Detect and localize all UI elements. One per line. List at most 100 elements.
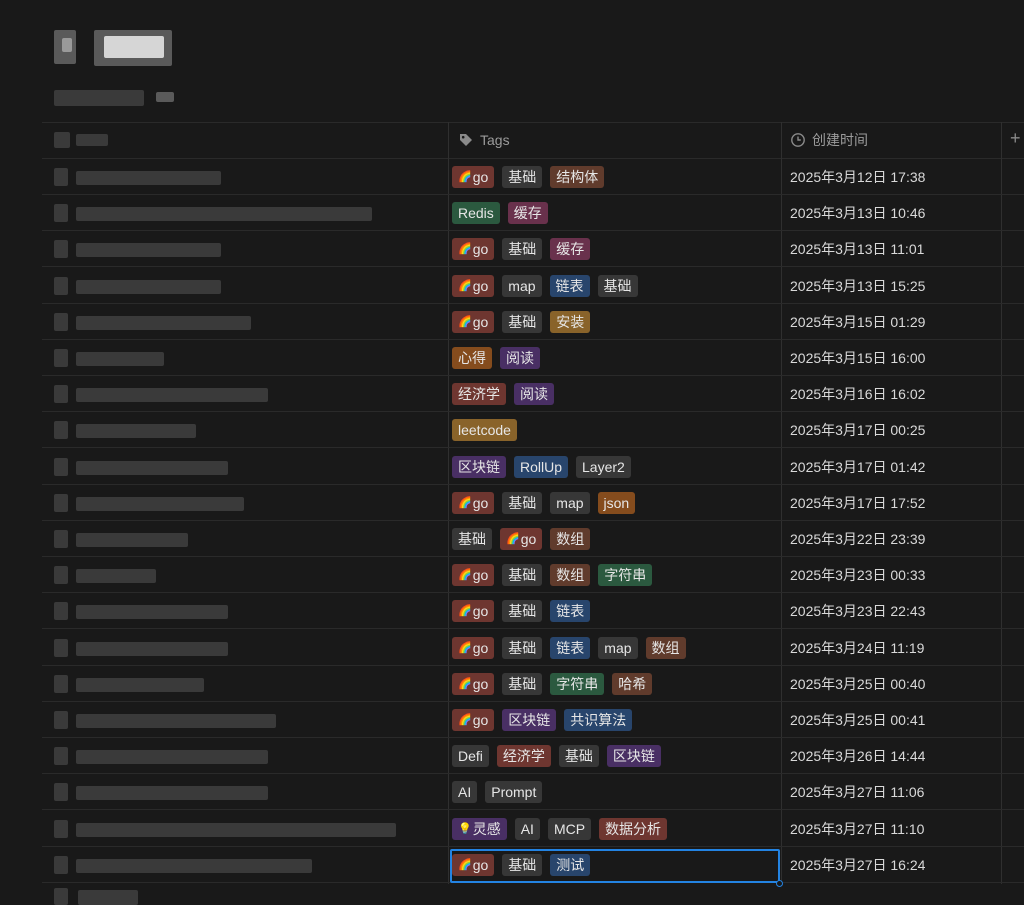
redacted-row-title[interactable] bbox=[76, 678, 204, 692]
tags-cell[interactable]: 🌈 go 基础 数组 字符串 bbox=[452, 557, 653, 593]
tag-chip: 数组 bbox=[550, 564, 591, 586]
redacted-row-icon bbox=[54, 204, 68, 222]
tag-label: 基础 bbox=[564, 748, 593, 764]
tags-column-header[interactable]: Tags bbox=[458, 122, 510, 158]
table-row[interactable]: 💡 灵感 AI MCP 数据分析 2025年3月27日 11:10 bbox=[0, 811, 1024, 847]
tag-label: 字符串 bbox=[556, 676, 599, 692]
tag-label: leetcode bbox=[458, 422, 511, 438]
table-row[interactable]: 经济学 阅读 2025年3月16日 16:02 bbox=[0, 376, 1024, 412]
tag-label: 链表 bbox=[556, 603, 585, 619]
redacted-row-title[interactable] bbox=[76, 461, 228, 475]
tag-chip: Layer2 bbox=[576, 456, 631, 478]
redacted-row-title[interactable] bbox=[76, 388, 268, 402]
created-time-cell[interactable]: 2025年3月27日 11:10 bbox=[790, 811, 924, 847]
table-row[interactable]: 🌈 go 区块链 共识算法 2025年3月25日 00:41 bbox=[0, 702, 1024, 738]
tags-cell[interactable]: 经济学 阅读 bbox=[452, 376, 554, 412]
tags-cell[interactable]: 🌈 go 基础 字符串 哈希 bbox=[452, 666, 653, 702]
redacted-row-title[interactable] bbox=[76, 497, 244, 511]
created-time-cell[interactable]: 2025年3月23日 00:33 bbox=[790, 557, 925, 593]
tag-chip: 阅读 bbox=[500, 347, 540, 369]
created-time-cell[interactable]: 2025年3月15日 16:00 bbox=[790, 340, 925, 376]
tags-cell[interactable]: 区块链 RollUp Layer2 bbox=[452, 449, 631, 485]
tags-cell[interactable]: leetcode bbox=[452, 412, 517, 448]
redacted-row-title[interactable] bbox=[76, 642, 228, 656]
redacted-row-title[interactable] bbox=[76, 823, 396, 837]
created-time-cell[interactable]: 2025年3月26日 14:44 bbox=[790, 738, 925, 774]
tags-cell[interactable]: 🌈 go map 链表 基础 bbox=[452, 268, 638, 304]
tags-cell[interactable]: 🌈 go 区块链 共识算法 bbox=[452, 702, 633, 738]
created-time-cell[interactable]: 2025年3月25日 00:40 bbox=[790, 666, 925, 702]
created-time-cell[interactable]: 2025年3月12日 17:38 bbox=[790, 159, 925, 195]
tags-cell[interactable]: 🌈 go 基础 链表 map 数组 bbox=[452, 630, 686, 666]
table-row[interactable]: 🌈 go 基础 map json 2025年3月17日 17:52 bbox=[0, 485, 1024, 521]
redacted-row-title[interactable] bbox=[76, 714, 276, 728]
tags-cell[interactable]: 心得 阅读 bbox=[452, 340, 540, 376]
table-row[interactable]: 🌈 go 基础 链表 2025年3月23日 22:43 bbox=[0, 593, 1024, 629]
created-time-column-header[interactable]: 创建时间 bbox=[790, 122, 868, 158]
created-time-cell[interactable]: 2025年3月27日 11:06 bbox=[790, 774, 924, 810]
redacted-row-title[interactable] bbox=[76, 352, 164, 366]
table-row[interactable]: 基础 🌈 go 数组 2025年3月22日 23:39 bbox=[0, 521, 1024, 557]
created-time-cell[interactable]: 2025年3月13日 10:46 bbox=[790, 195, 925, 231]
table-row[interactable]: Redis 缓存 2025年3月13日 10:46 bbox=[0, 195, 1024, 231]
tags-cell[interactable]: 🌈 go 基础 安装 bbox=[452, 304, 591, 340]
redacted-row-title[interactable] bbox=[76, 786, 268, 800]
redacted-row-title[interactable] bbox=[76, 207, 372, 221]
created-time-cell[interactable]: 2025年3月17日 01:42 bbox=[790, 449, 925, 485]
redacted-row-title[interactable] bbox=[76, 424, 196, 438]
redacted-row-title[interactable] bbox=[76, 243, 221, 257]
tag-chip: 安装 bbox=[550, 311, 591, 333]
created-time-cell[interactable]: 2025年3月13日 15:25 bbox=[790, 268, 925, 304]
created-time-cell[interactable]: 2025年3月15日 01:29 bbox=[790, 304, 925, 340]
created-time-cell[interactable]: 2025年3月25日 00:41 bbox=[790, 702, 925, 738]
created-time-cell[interactable]: 2025年3月17日 00:25 bbox=[790, 412, 925, 448]
tag-chip: Defi bbox=[452, 745, 489, 767]
tags-cell[interactable]: AI Prompt bbox=[452, 774, 543, 810]
table-row[interactable]: AI Prompt 2025年3月27日 11:06 bbox=[0, 774, 1024, 810]
created-time-cell[interactable]: 2025年3月16日 16:02 bbox=[790, 376, 925, 412]
created-time-cell[interactable]: 2025年3月23日 22:43 bbox=[790, 593, 925, 629]
tags-cell[interactable]: 💡 灵感 AI MCP 数据分析 bbox=[452, 811, 668, 847]
tags-cell[interactable]: 🌈 go 基础 缓存 bbox=[452, 231, 591, 267]
add-property-icon[interactable]: + bbox=[1010, 128, 1021, 149]
redacted-row-title[interactable] bbox=[76, 533, 188, 547]
table-row[interactable]: 🌈 go 基础 链表 map 数组 2025年3月24日 11:19 bbox=[0, 630, 1024, 666]
tag-chip: map bbox=[550, 492, 590, 514]
tags-cell[interactable]: 🌈 go 基础 结构体 bbox=[452, 159, 605, 195]
created-time-cell[interactable]: 2025年3月22日 23:39 bbox=[790, 521, 925, 557]
tag-label: 数组 bbox=[556, 531, 585, 547]
table-row[interactable]: 🌈 go 基础 缓存 2025年3月13日 11:01 bbox=[0, 231, 1024, 267]
redacted-row-title[interactable] bbox=[76, 280, 221, 294]
table-row[interactable]: 🌈 go 基础 结构体 2025年3月12日 17:38 bbox=[0, 159, 1024, 195]
redacted-row-title[interactable] bbox=[76, 750, 268, 764]
redacted-row-icon bbox=[54, 313, 68, 331]
table-row[interactable]: 区块链 RollUp Layer2 2025年3月17日 01:42 bbox=[0, 449, 1024, 485]
table-row[interactable]: 🌈 go 基础 字符串 哈希 2025年3月25日 00:40 bbox=[0, 666, 1024, 702]
redacted-row-title[interactable] bbox=[76, 605, 228, 619]
created-time-cell[interactable]: 2025年3月24日 11:19 bbox=[790, 630, 924, 666]
cell-resize-handle[interactable] bbox=[776, 880, 783, 887]
redacted-row-title[interactable] bbox=[76, 859, 312, 873]
tags-cell[interactable]: Redis 缓存 bbox=[452, 195, 548, 231]
tag-label: go bbox=[472, 712, 489, 728]
tag-label: 心得 bbox=[458, 350, 486, 366]
created-time-cell[interactable]: 2025年3月27日 16:24 bbox=[790, 847, 925, 883]
tags-cell[interactable]: 基础 🌈 go 数组 bbox=[452, 521, 591, 557]
created-time-cell[interactable]: 2025年3月17日 17:52 bbox=[790, 485, 925, 521]
table-row[interactable]: leetcode 2025年3月17日 00:25 bbox=[0, 412, 1024, 448]
tag-label: 基础 bbox=[508, 495, 537, 511]
table-row[interactable]: 🌈 go map 链表 基础 2025年3月13日 15:25 bbox=[0, 268, 1024, 304]
table-row[interactable]: 🌈 go 基础 安装 2025年3月15日 01:29 bbox=[0, 304, 1024, 340]
tags-cell[interactable]: Defi 经济学 基础 区块链 bbox=[452, 738, 661, 774]
table-row[interactable]: 🌈 go 基础 数组 字符串 2025年3月23日 00:33 bbox=[0, 557, 1024, 593]
created-time-cell[interactable]: 2025年3月13日 11:01 bbox=[790, 231, 924, 267]
tags-cell[interactable]: 🌈 go 基础 map json bbox=[452, 485, 636, 521]
tags-cell[interactable]: 🌈 go 基础 链表 bbox=[452, 593, 591, 629]
redacted-row-title[interactable] bbox=[76, 316, 251, 330]
table-row[interactable]: Defi 经济学 基础 区块链 2025年3月26日 14:44 bbox=[0, 738, 1024, 774]
tag-label: 经济学 bbox=[458, 386, 500, 402]
redacted-row-title[interactable] bbox=[76, 171, 221, 185]
redacted-row-title[interactable] bbox=[76, 569, 156, 583]
table-row[interactable]: 心得 阅读 2025年3月15日 16:00 bbox=[0, 340, 1024, 376]
selected-cell-outline bbox=[450, 849, 780, 883]
